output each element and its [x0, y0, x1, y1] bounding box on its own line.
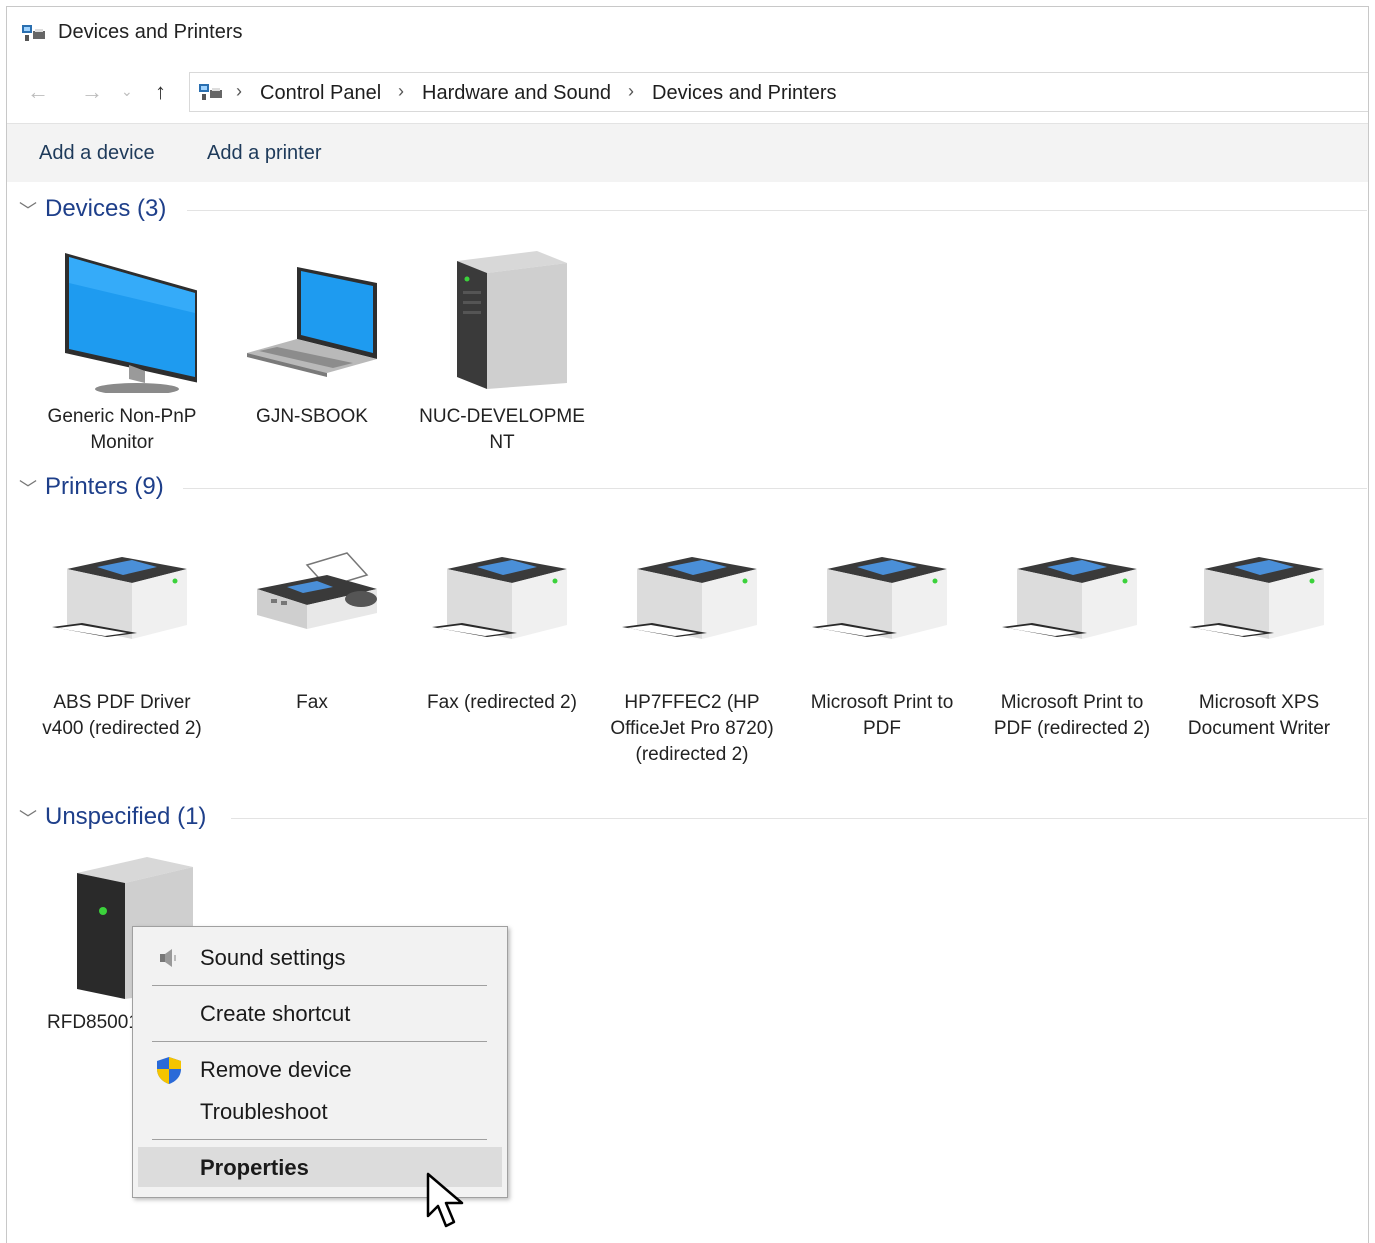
printer-icon — [432, 557, 567, 639]
unspecified-group-header[interactable]: ﹀ Unspecified (1) — [17, 803, 1367, 835]
printer-label: Microsoft XPS Document Writer — [1187, 692, 1331, 739]
recent-locations-chevron-icon[interactable]: ⌄ — [121, 83, 133, 100]
printer-label: Fax (redirected 2) — [427, 692, 577, 713]
breadcrumb-control-panel[interactable]: Control Panel — [260, 82, 381, 105]
printer-tile[interactable]: ABS PDF Driver v400 (redirected 2) — [32, 529, 212, 742]
collapse-chevron-icon[interactable]: ﹀ — [19, 475, 37, 501]
menu-item-sound-settings[interactable]: Sound settings — [133, 937, 507, 977]
printer-label: HP7FFEC2 (HP OfficeJet Pro 8720) (redire… — [610, 692, 774, 765]
menu-item-create-shortcut[interactable]: Create shortcut — [133, 993, 507, 1033]
device-label: Generic Non-PnP Monitor — [47, 406, 197, 453]
printer-tile[interactable]: Microsoft Print to PDF — [792, 529, 972, 742]
printer-tile[interactable]: HP7FFEC2 (HP OfficeJet Pro 8720) (redire… — [602, 529, 782, 768]
printers-group-title: Printers (9) — [45, 473, 164, 500]
printer-tile[interactable]: Microsoft XPS Document Writer — [1169, 529, 1349, 742]
printer-icon — [812, 557, 947, 639]
breadcrumb[interactable]: › Control Panel › Hardware and Sound › D… — [189, 72, 1368, 112]
breadcrumb-separator-icon[interactable]: › — [236, 81, 242, 102]
device-tile-monitor[interactable]: Generic Non-PnP Monitor — [32, 243, 212, 456]
menu-separator — [152, 1041, 487, 1042]
uac-shield-icon — [157, 1057, 181, 1084]
devices-group-title: Devices (3) — [45, 195, 167, 222]
device-label: NUC-DEVELOPMENT — [419, 406, 585, 453]
breadcrumb-devices-and-printers[interactable]: Devices and Printers — [652, 82, 837, 105]
devices-printers-app-icon — [22, 25, 45, 41]
control-panel-icon — [199, 84, 222, 100]
printer-icon — [52, 557, 187, 639]
menu-item-remove-device[interactable]: Remove device — [133, 1049, 507, 1089]
device-tile-computer[interactable]: NUC-DEVELOPMENT — [412, 243, 592, 456]
printer-tile[interactable]: Microsoft Print to PDF (redirected 2) — [982, 529, 1162, 742]
menu-separator — [152, 985, 487, 986]
fax-icon — [257, 552, 377, 629]
address-bar: ← → ⌄ ↑ › Control Panel › Hardware and S… — [7, 69, 1368, 115]
unspecified-group-title: Unspecified (1) — [45, 803, 207, 830]
breadcrumb-separator-icon[interactable]: › — [628, 81, 634, 102]
printer-icon — [1189, 557, 1324, 639]
breadcrumb-separator-icon[interactable]: › — [398, 81, 404, 102]
devices-group-header[interactable]: ﹀ Devices (3) — [17, 195, 1367, 227]
command-bar: Add a device Add a printer — [7, 123, 1368, 182]
menu-item-label: Create shortcut — [200, 1001, 351, 1026]
group-divider — [187, 210, 1367, 211]
printer-label: Fax — [296, 692, 328, 713]
menu-item-label: Properties — [200, 1155, 309, 1180]
menu-item-label: Troubleshoot — [200, 1099, 328, 1124]
tower-computer-icon — [457, 251, 567, 389]
up-arrow-icon[interactable]: ↑ — [155, 79, 166, 105]
menu-item-label: Remove device — [200, 1057, 352, 1082]
printer-icon — [1002, 557, 1137, 639]
add-printer-button[interactable]: Add a printer — [207, 142, 322, 165]
add-device-button[interactable]: Add a device — [39, 142, 155, 165]
back-arrow-icon[interactable]: ← — [27, 79, 49, 105]
mouse-cursor-icon — [426, 1172, 464, 1228]
group-divider — [231, 818, 1367, 819]
printer-label: Microsoft Print to PDF — [810, 692, 954, 739]
speaker-icon — [160, 949, 176, 967]
menu-item-label: Sound settings — [200, 945, 346, 970]
printer-tile[interactable]: Fax (redirected 2) — [412, 529, 592, 716]
printer-label: ABS PDF Driver v400 (redirected 2) — [42, 692, 202, 739]
device-tile-laptop[interactable]: GJN-SBOOK — [222, 243, 402, 430]
menu-separator — [152, 1139, 487, 1140]
collapse-chevron-icon[interactable]: ﹀ — [19, 805, 37, 831]
forward-arrow-icon[interactable]: → — [81, 79, 103, 105]
printer-icon — [622, 557, 757, 639]
context-menu: Sound settings Create shortcut Remove de… — [132, 926, 508, 1198]
group-divider — [183, 488, 1367, 489]
collapse-chevron-icon[interactable]: ﹀ — [19, 197, 37, 223]
printer-label: Microsoft Print to PDF (redirected 2) — [993, 692, 1151, 739]
menu-item-troubleshoot[interactable]: Troubleshoot — [133, 1091, 507, 1131]
title-bar: Devices and Printers — [7, 7, 1368, 59]
fax-tile[interactable]: Fax — [222, 529, 402, 716]
window-title: Devices and Printers — [58, 21, 243, 43]
laptop-icon — [247, 267, 377, 377]
monitor-icon — [65, 253, 199, 395]
device-label: GJN-SBOOK — [256, 406, 368, 427]
printers-group-header[interactable]: ﹀ Printers (9) — [17, 473, 1367, 505]
breadcrumb-hardware-and-sound[interactable]: Hardware and Sound — [422, 82, 611, 105]
